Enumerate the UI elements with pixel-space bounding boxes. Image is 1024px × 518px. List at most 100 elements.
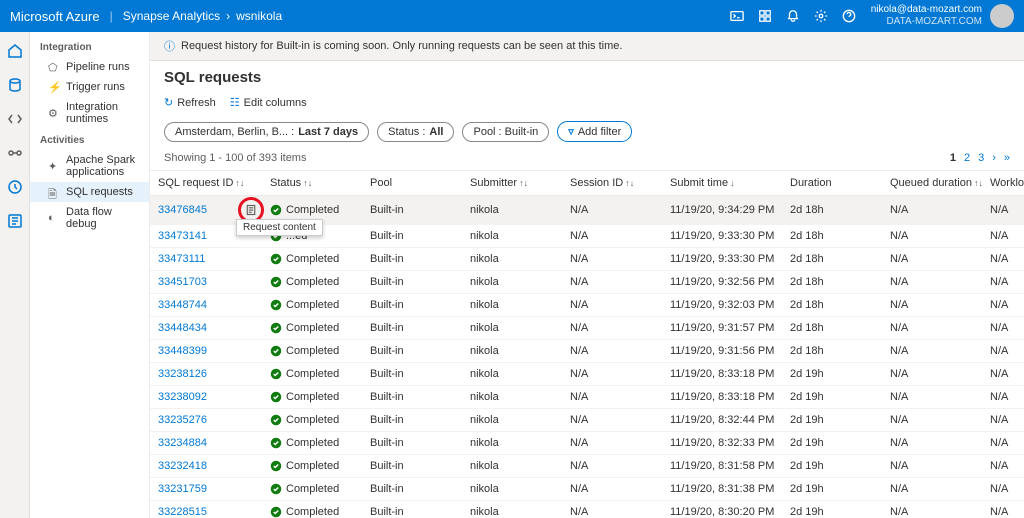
notifications-icon[interactable] [779, 2, 807, 30]
sidebar: Integration ⬠Pipeline runs ⚡Trigger runs… [30, 32, 150, 518]
success-icon [270, 299, 282, 311]
filter-icon: ▿ [568, 125, 574, 138]
col-pool[interactable]: Pool [362, 171, 462, 196]
sidebar-item-spark[interactable]: ✦Apache Spark applications [30, 150, 149, 182]
success-icon [270, 460, 282, 472]
count-row: Showing 1 - 100 of 393 items 1 2 3 › » [150, 150, 1024, 170]
success-icon [270, 483, 282, 495]
add-filter-button[interactable]: ▿Add filter [557, 121, 632, 142]
request-id-link[interactable]: 33451703 [158, 276, 207, 288]
requests-table: SQL request ID↑↓ Status↑↓ Pool Submitter… [150, 171, 1024, 518]
request-id-link[interactable]: 33235276 [158, 414, 207, 426]
request-id-link[interactable]: 33476845 [158, 204, 207, 216]
monitor-icon[interactable] [4, 176, 26, 198]
col-submitter[interactable]: Submitter↑↓ [462, 171, 562, 196]
request-id-link[interactable]: 33448744 [158, 299, 207, 311]
page-last-icon[interactable]: » [1004, 152, 1010, 164]
user-info[interactable]: nikola@data-mozart.com DATA-MOZART.COM [871, 4, 982, 28]
refresh-button[interactable]: ↻ Refresh [164, 96, 216, 109]
col-id[interactable]: SQL request ID↑↓ [150, 171, 234, 196]
section-integration: Integration [30, 36, 149, 57]
filter-time[interactable]: Amsterdam, Berlin, B... : Last 7 days [164, 122, 369, 142]
request-id-link[interactable]: 33238126 [158, 368, 207, 380]
success-icon [270, 506, 282, 518]
success-icon [270, 345, 282, 357]
request-id-link[interactable]: 33448399 [158, 345, 207, 357]
request-id-link[interactable]: 33473111 [158, 253, 205, 265]
table-row[interactable]: 33448399 Completed Built-in nikola N/A 1… [150, 340, 1024, 363]
integrate-icon[interactable] [4, 142, 26, 164]
success-icon [270, 322, 282, 334]
table-row[interactable]: 33234884 Completed Built-in nikola N/A 1… [150, 432, 1024, 455]
request-id-link[interactable]: 33234884 [158, 437, 207, 449]
request-content-icon[interactable] [242, 201, 260, 219]
sidebar-item-integration-runtimes[interactable]: ⚙Integration runtimes [30, 97, 149, 129]
home-icon[interactable] [4, 40, 26, 62]
table-row[interactable]: 33235276 Completed Built-in nikola N/A 1… [150, 409, 1024, 432]
page-next-icon[interactable]: › [992, 152, 996, 164]
success-icon [270, 276, 282, 288]
success-icon [270, 414, 282, 426]
avatar[interactable] [990, 4, 1014, 28]
columns-icon: ☷ [230, 96, 240, 109]
page-title: SQL requests [150, 61, 1024, 92]
brand[interactable]: Microsoft Azure [10, 9, 100, 24]
nav-rail [0, 32, 30, 518]
refresh-icon: ↻ [164, 96, 173, 109]
tooltip: Request content [236, 219, 323, 236]
help-icon[interactable] [835, 2, 863, 30]
request-id-link[interactable]: 33231759 [158, 483, 207, 495]
sidebar-item-sql-requests[interactable]: 🗎SQL requests [30, 182, 149, 202]
table-row[interactable]: 33473111 Completed Built-in nikola N/A 1… [150, 248, 1024, 271]
table-row[interactable]: 33476845 Request content Completed Built… [150, 196, 1024, 225]
col-session[interactable]: Session ID↑↓ [562, 171, 662, 196]
develop-icon[interactable] [4, 108, 26, 130]
filter-status[interactable]: Status : All [377, 122, 454, 142]
settings-icon[interactable] [807, 2, 835, 30]
request-id-link[interactable]: 33232418 [158, 460, 207, 472]
success-icon [270, 204, 282, 216]
page-2[interactable]: 2 [964, 152, 970, 164]
col-status[interactable]: Status↑↓ [262, 171, 362, 196]
manage-icon[interactable] [4, 210, 26, 232]
request-id-link[interactable]: 33473141 [158, 230, 207, 242]
workspace-name[interactable]: wsnikola [236, 9, 282, 23]
col-duration[interactable]: Duration [782, 171, 882, 196]
data-icon[interactable] [4, 74, 26, 96]
info-banner: ⓘ Request history for Built-in is coming… [150, 32, 1024, 61]
table-wrap[interactable]: SQL request ID↑↓ Status↑↓ Pool Submitter… [150, 170, 1024, 518]
sidebar-item-dataflow-debug[interactable]: ◐Data flow debug [30, 202, 149, 234]
table-row[interactable]: 33238092 Completed Built-in nikola N/A 1… [150, 386, 1024, 409]
page-1[interactable]: 1 [950, 152, 956, 164]
col-queued[interactable]: Queued duration↑↓ [882, 171, 982, 196]
table-row[interactable]: 33232418 Completed Built-in nikola N/A 1… [150, 455, 1024, 478]
section-activities: Activities [30, 129, 149, 150]
filter-pool[interactable]: Pool : Built-in [462, 122, 549, 142]
content: ⓘ Request history for Built-in is coming… [150, 32, 1024, 518]
cloud-shell-icon[interactable] [723, 2, 751, 30]
product[interactable]: Synapse Analytics [123, 9, 220, 23]
request-id-link[interactable]: 33448434 [158, 322, 207, 334]
table-row[interactable]: 33231759 Completed Built-in nikola N/A 1… [150, 478, 1024, 501]
table-row[interactable]: 33448744 Completed Built-in nikola N/A 1… [150, 294, 1024, 317]
top-header: Microsoft Azure | Synapse Analytics › ws… [0, 0, 1024, 32]
col-submit-time[interactable]: Submit time↓ [662, 171, 782, 196]
success-icon [270, 437, 282, 449]
col-workload[interactable]: Workload group [982, 171, 1024, 196]
filter-row: Amsterdam, Berlin, B... : Last 7 days St… [150, 117, 1024, 150]
edit-columns-button[interactable]: ☷ Edit columns [230, 96, 307, 109]
table-row[interactable]: 33238126 Completed Built-in nikola N/A 1… [150, 363, 1024, 386]
page-3[interactable]: 3 [978, 152, 984, 164]
directory-icon[interactable] [751, 2, 779, 30]
toolbar: ↻ Refresh ☷ Edit columns [150, 92, 1024, 117]
pager: 1 2 3 › » [950, 152, 1010, 164]
request-id-link[interactable]: 33228515 [158, 506, 207, 518]
sidebar-item-pipeline-runs[interactable]: ⬠Pipeline runs [30, 57, 149, 77]
sidebar-item-trigger-runs[interactable]: ⚡Trigger runs [30, 77, 149, 97]
table-row[interactable]: 33451703 Completed Built-in nikola N/A 1… [150, 271, 1024, 294]
table-row[interactable]: 33448434 Completed Built-in nikola N/A 1… [150, 317, 1024, 340]
success-icon [270, 368, 282, 380]
table-row[interactable]: 33228515 Completed Built-in nikola N/A 1… [150, 501, 1024, 518]
request-id-link[interactable]: 33238092 [158, 391, 207, 403]
success-icon [270, 391, 282, 403]
